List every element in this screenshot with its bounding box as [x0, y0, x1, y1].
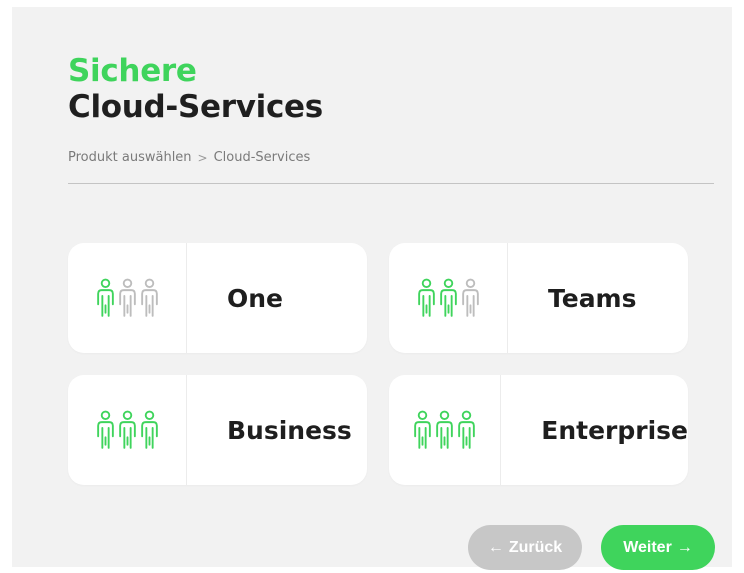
- chevron-right-icon: >: [197, 150, 208, 165]
- person-icon: [458, 410, 475, 449]
- plan-icon-group: [68, 243, 187, 353]
- person-icon: [436, 410, 453, 449]
- plan-label: Business: [227, 415, 352, 445]
- plan-label: Teams: [548, 283, 637, 313]
- arrow-left-icon: ←: [487, 538, 504, 556]
- arrow-right-icon: →: [676, 538, 693, 556]
- main-panel: Sichere Cloud-Services Produkt auswählen…: [12, 7, 732, 570]
- person-icon: [461, 278, 479, 317]
- person-icon: [140, 278, 158, 317]
- plan-icon-group: [68, 375, 187, 485]
- plan-label: Enterprise: [541, 415, 688, 445]
- breadcrumb: Produkt auswählen > Cloud-Services: [68, 150, 310, 165]
- next-button[interactable]: Weiter →: [601, 525, 715, 570]
- person-icon: [118, 410, 136, 449]
- page-title-line1: Sichere: [68, 53, 197, 89]
- page-title-line2: Cloud-Services: [68, 89, 323, 125]
- person-icon: [414, 410, 431, 449]
- page-title: Sichere Cloud-Services: [68, 56, 323, 123]
- plan-label: One: [227, 283, 284, 313]
- person-icon: [417, 278, 435, 317]
- plan-card-one[interactable]: One: [68, 243, 367, 353]
- header-divider: [68, 183, 714, 184]
- breadcrumb-item-produkt[interactable]: Produkt auswählen: [68, 150, 192, 165]
- plan-card-enterprise[interactable]: Enterprise: [389, 375, 688, 485]
- back-button-label: Zurück: [508, 538, 563, 556]
- plan-icon-group: [389, 375, 502, 485]
- plan-card-teams[interactable]: Teams: [389, 243, 688, 353]
- plan-card-business[interactable]: Business: [68, 375, 367, 485]
- person-icon: [140, 410, 158, 449]
- back-button[interactable]: ← Zurück: [468, 525, 582, 570]
- person-icon: [439, 278, 457, 317]
- person-icon: [96, 278, 114, 317]
- breadcrumb-item-current: Cloud-Services: [213, 150, 311, 165]
- plan-icon-group: [389, 243, 508, 353]
- next-button-label: Weiter: [623, 538, 672, 556]
- person-icon: [96, 410, 114, 449]
- person-icon: [118, 278, 136, 317]
